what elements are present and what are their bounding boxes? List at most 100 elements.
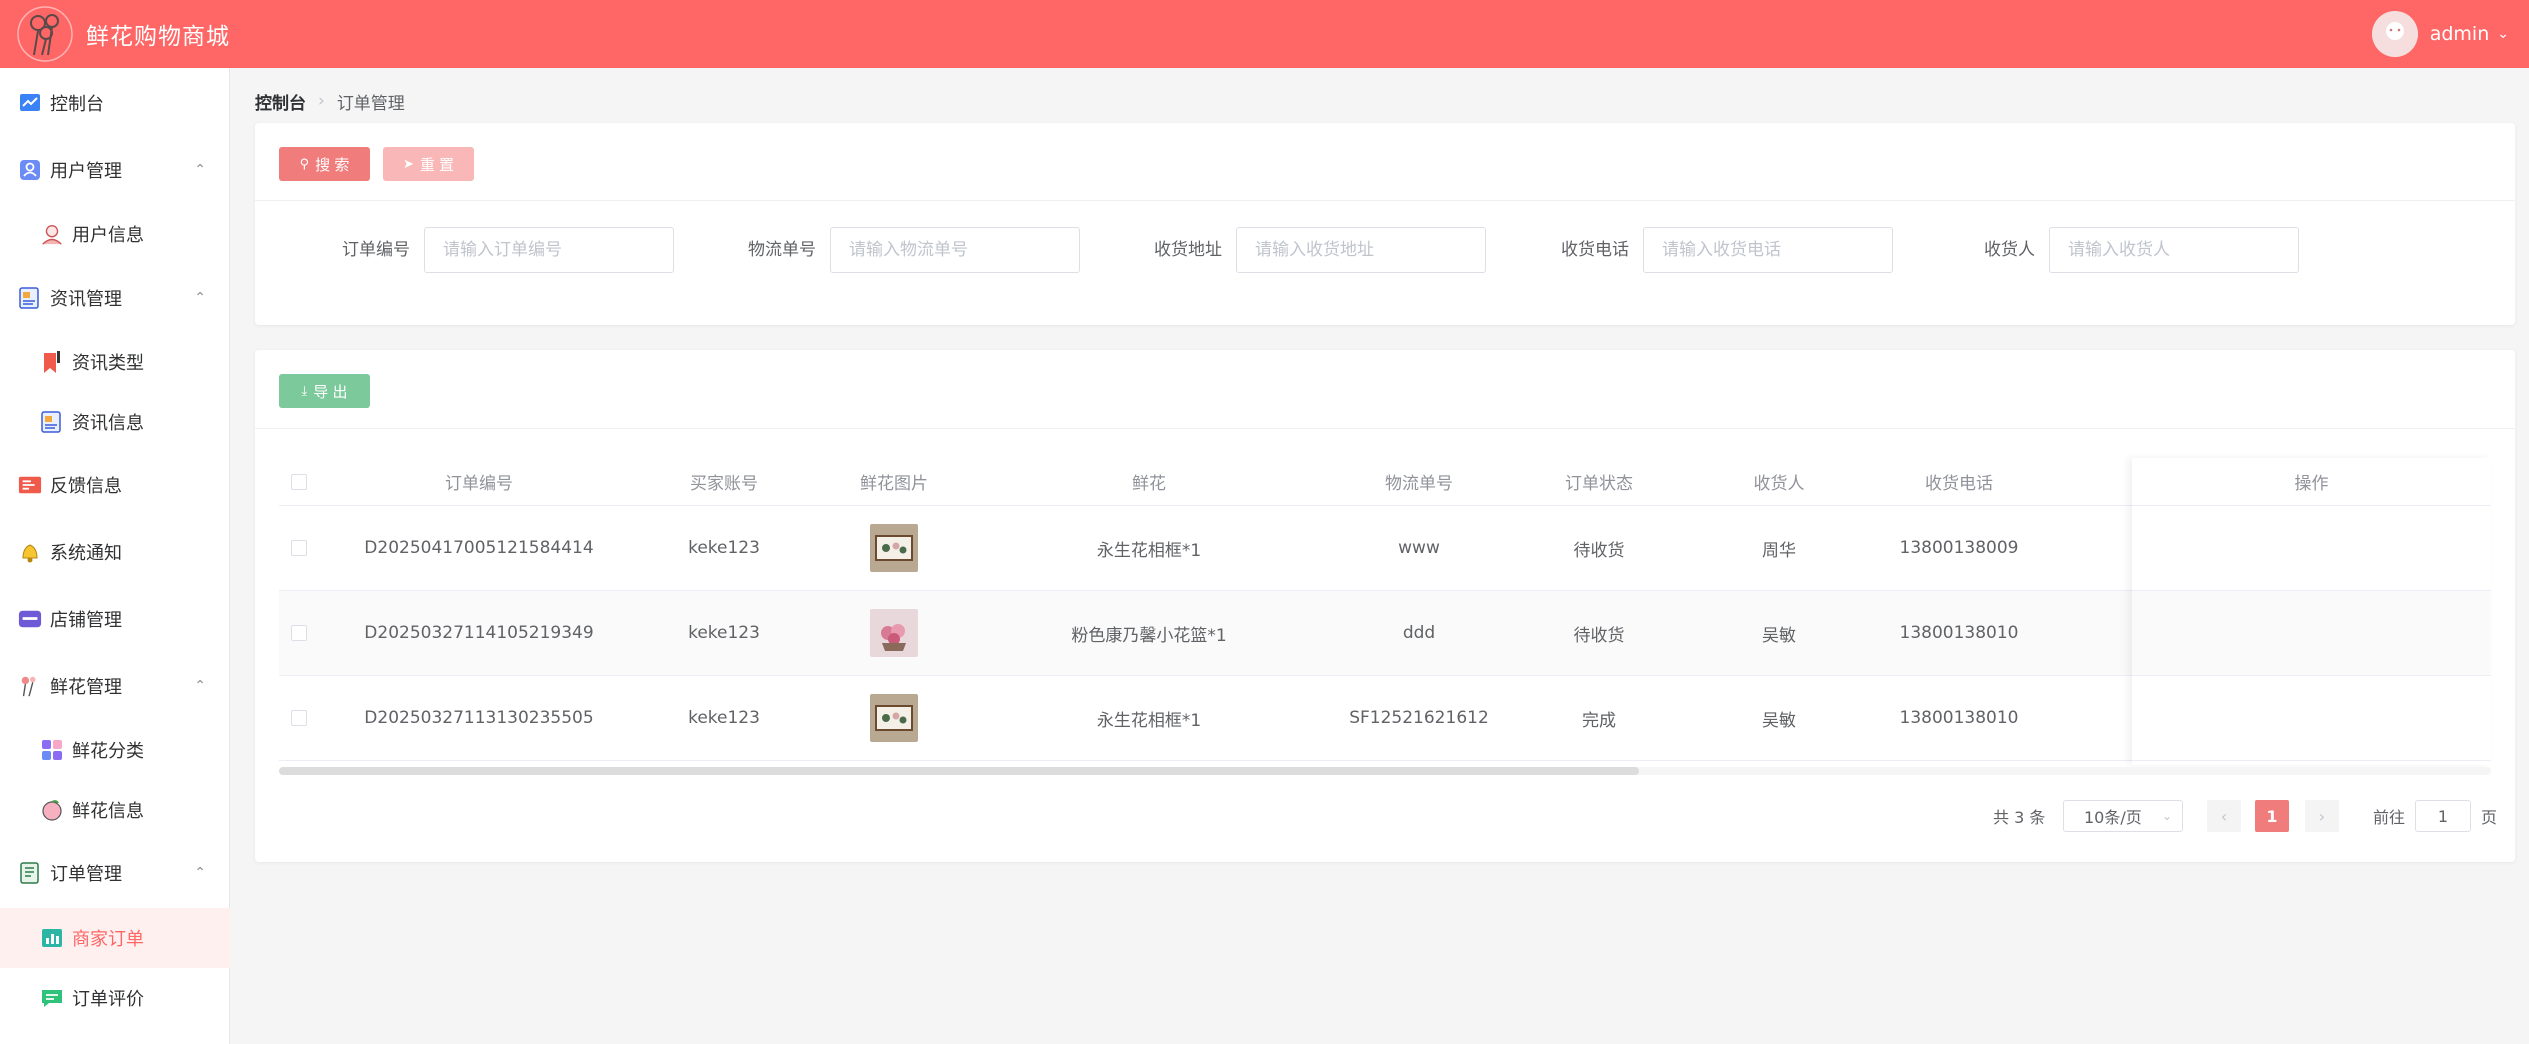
app-title: 鲜花购物商城	[86, 24, 230, 50]
sidebar-item-flower-info[interactable]: 鲜花信息	[0, 780, 230, 840]
goto-page-input[interactable]	[2415, 800, 2472, 832]
order-no-cell: D20250327114105219349	[364, 623, 594, 643]
sidebar-item-news-management[interactable]: 资讯管理 ⌃	[0, 268, 230, 328]
search-button[interactable]: ⚲ 搜 索	[279, 147, 370, 181]
export-button[interactable]: ⤓ 导 出	[279, 374, 370, 408]
sidebar-item-store[interactable]: 店铺管理	[0, 589, 230, 649]
news-info-icon	[40, 410, 64, 434]
row-checkbox[interactable]	[279, 506, 319, 590]
category-icon	[40, 738, 64, 762]
user-group-icon	[18, 158, 42, 182]
flower-cell: 粉色康乃馨小花篮*1	[1071, 625, 1227, 646]
buyer-cell: keke123	[688, 623, 760, 643]
chevron-right-icon: ›	[2318, 806, 2326, 826]
search-panel: ⚲ 搜 索 ➤ 重 置 订单编号 物流单号 收货地址 收货电话 收货人	[255, 123, 2515, 325]
image-cell	[809, 506, 979, 590]
row-checkbox[interactable]	[279, 676, 319, 760]
sidebar-item-feedback[interactable]: 反馈信息	[0, 455, 230, 515]
header-action: 操作	[2132, 458, 2491, 506]
bell-icon	[18, 540, 42, 564]
chevron-down-icon[interactable]: ⌄	[2497, 26, 2509, 42]
address-label: 收货地址	[1154, 240, 1222, 260]
username[interactable]: admin	[2430, 23, 2490, 45]
breadcrumb-current: 订单管理	[336, 93, 405, 114]
action-cell	[2132, 591, 2491, 676]
header-flower: 鲜花	[1132, 474, 1166, 494]
chevron-left-icon: ‹	[2220, 806, 2228, 826]
sidebar-item-dashboard[interactable]: 控制台	[0, 73, 230, 133]
fixed-action-column: 操作	[2132, 458, 2491, 765]
phone-cell: 13800138010	[1899, 623, 2019, 643]
row-checkbox[interactable]	[279, 591, 319, 675]
order-no-input[interactable]	[424, 227, 674, 273]
sidebar-item-flower-management[interactable]: 鲜花管理 ⌃	[0, 656, 230, 716]
chevron-up-icon: ⌃	[194, 678, 206, 694]
chart-line-icon	[18, 91, 42, 115]
divider	[255, 428, 2515, 429]
pagination-total: 共 3 条	[1993, 808, 2046, 827]
scrollbar-thumb[interactable]	[279, 767, 1639, 775]
feedback-icon	[18, 473, 42, 497]
sidebar-item-news-type[interactable]: 资讯类型	[0, 332, 230, 392]
sidebar-item-flower-category[interactable]: 鲜花分类	[0, 720, 230, 780]
next-page-button[interactable]: ›	[2305, 800, 2339, 832]
chevron-right-icon: ›	[318, 91, 325, 111]
goto-prefix: 前往	[2373, 808, 2406, 827]
user-avatar-icon	[40, 222, 64, 246]
phone-cell: 13800138010	[1899, 708, 2019, 728]
sidebar-item-user-info[interactable]: 用户信息	[0, 204, 230, 264]
order-table-panel: ⤓ 导 出 订单编号 买家账号 鲜花图片 鲜花 物流单号 订单状态 收货人 收货…	[255, 350, 2515, 862]
status-cell: 完成	[1582, 710, 1616, 731]
horizontal-scrollbar[interactable]	[279, 767, 2491, 775]
bar-chart-icon	[40, 926, 64, 950]
flower-frame-thumbnail[interactable]	[870, 524, 918, 572]
header-image: 鲜花图片	[860, 474, 928, 494]
action-cell	[2132, 506, 2491, 591]
prev-page-button[interactable]: ‹	[2207, 800, 2241, 832]
user-menu[interactable]: admin ⌄	[2371, 0, 2509, 68]
sidebar-item-label: 用户管理	[50, 161, 122, 182]
order-no-cell: D20250417005121584414	[364, 538, 594, 558]
flower-frame-thumbnail[interactable]	[870, 694, 918, 742]
sidebar-item-label: 订单评价	[72, 989, 144, 1010]
sidebar-item-label: 商家订单	[72, 929, 144, 950]
page-size-select[interactable]: 10条/页 ⌄	[2063, 800, 2183, 832]
sidebar-item-merchant-orders[interactable]: 商家订单	[0, 908, 230, 968]
phone-cell: 13800138009	[1899, 538, 2019, 558]
sidebar-item-label: 用户信息	[72, 225, 144, 246]
send-icon: ➤	[402, 156, 414, 171]
sidebar-item-label: 控制台	[50, 94, 104, 115]
receiver-label: 收货人	[1984, 240, 2035, 260]
sidebar-item-news-info[interactable]: 资讯信息	[0, 392, 230, 452]
reset-button[interactable]: ➤ 重 置	[383, 147, 474, 181]
sidebar-item-label: 鲜花管理	[50, 677, 122, 698]
receiver-input[interactable]	[2049, 227, 2299, 273]
chevron-up-icon: ⌃	[194, 865, 206, 881]
receiver-cell: 吴敏	[1762, 625, 1796, 646]
avatar[interactable]	[2371, 11, 2418, 57]
sidebar-item-user-management[interactable]: 用户管理 ⌃	[0, 140, 230, 200]
buyer-cell: keke123	[688, 708, 760, 728]
sidebar-item-label: 鲜花信息	[72, 801, 144, 822]
select-all-checkbox[interactable]	[279, 458, 319, 505]
header-logistics: 物流单号	[1385, 474, 1453, 494]
divider	[255, 200, 2515, 201]
logistics-no-input[interactable]	[830, 227, 1080, 273]
bookmark-icon	[40, 350, 64, 374]
carnation-basket-thumbnail[interactable]	[870, 609, 918, 657]
breadcrumb-home[interactable]: 控制台	[255, 89, 306, 114]
sidebar-item-notification[interactable]: 系统通知	[0, 522, 230, 582]
receiver-cell: 吴敏	[1762, 710, 1796, 731]
address-input[interactable]	[1236, 227, 1486, 273]
logistics-cell: SF12521621612	[1349, 708, 1489, 728]
search-icon: ⚲	[299, 156, 310, 171]
buyer-cell: keke123	[688, 538, 760, 558]
header-status: 订单状态	[1565, 474, 1633, 494]
sidebar-item-order-review[interactable]: 订单评价	[0, 968, 230, 1028]
phone-input[interactable]	[1643, 227, 1893, 273]
page-number-button[interactable]: 1	[2255, 800, 2289, 832]
image-cell	[809, 676, 979, 760]
sidebar-item-label: 订单管理	[50, 864, 122, 885]
sidebar-item-order-management[interactable]: 订单管理 ⌃	[0, 843, 230, 903]
sidebar-item-label: 系统通知	[50, 543, 122, 564]
